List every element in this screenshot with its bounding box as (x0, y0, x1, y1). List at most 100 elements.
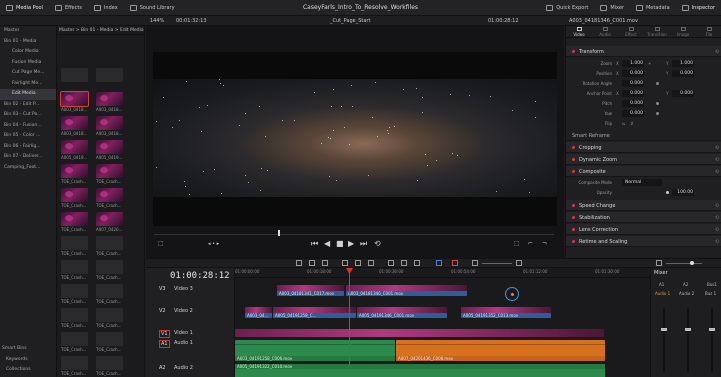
fullscreen-icon[interactable]: ⬚ (514, 240, 520, 248)
blade-tool-icon[interactable] (322, 260, 328, 266)
media-clip-thumbnail[interactable]: TOE_Crash... (96, 164, 123, 186)
volume-knob[interactable] (690, 261, 694, 265)
bin-master[interactable]: Master (0, 26, 56, 37)
media-clip-thumbnail[interactable]: TOE_Crash... (96, 284, 123, 306)
trim-tool-icon[interactable] (309, 260, 315, 266)
bin-item[interactable]: Bin 02 - Edit P... (0, 100, 56, 111)
zoom-y-field[interactable]: 1.000 (672, 60, 694, 67)
insert-clip-icon[interactable] (342, 260, 348, 266)
tab-effect[interactable]: Effect (618, 26, 644, 37)
bin-item[interactable]: Edit Media (0, 89, 56, 100)
playhead[interactable] (349, 268, 350, 377)
reset-icon[interactable]: ⟲ (715, 49, 719, 55)
bin-item[interactable]: Bin 05 - Color ... (0, 131, 56, 142)
bin-item[interactable]: Bin 01 - Media (0, 37, 56, 48)
loop-icon[interactable]: ⟲ (374, 240, 381, 248)
audio-clip[interactable]: A007_04201436_C008.mov (396, 340, 605, 361)
section-smart-reframe[interactable]: Smart Reframe (566, 130, 721, 141)
speaker-icon[interactable] (656, 260, 662, 266)
timeline-clip-v1[interactable] (235, 329, 604, 337)
fader-bus1[interactable] (711, 308, 713, 372)
enable-dot-icon[interactable] (572, 240, 575, 243)
media-clip-thumbnail[interactable]: TOE_Crash... (61, 332, 88, 354)
media-clip-thumbnail[interactable]: A007_0420... (96, 212, 123, 234)
timeline-zoom-slider[interactable] (482, 263, 512, 264)
reset-icon[interactable]: ⟲ (715, 157, 719, 163)
position-lock-icon[interactable] (414, 260, 420, 266)
fader-a2[interactable] (687, 308, 689, 372)
go-to-start-icon[interactable]: ⏮ (311, 240, 318, 248)
smart-bins-header[interactable]: Smart Bins (2, 344, 57, 355)
selection-tool-icon[interactable] (296, 260, 302, 266)
media-clip-thumbnail[interactable]: TOE_Crash... (61, 212, 88, 234)
anchor-y-field[interactable]: 0.000 (672, 90, 694, 97)
media-clip-thumbnail[interactable]: TOE_Crash... (96, 188, 123, 210)
bin-item[interactable]: Fairlight Me... (0, 79, 56, 90)
bin-item[interactable]: Bin 04 - Fusion... (0, 121, 56, 132)
enable-dot-icon[interactable] (572, 158, 575, 161)
sound-library-button[interactable]: Sound Library (124, 0, 181, 16)
section-stabilization[interactable]: Stabilization ⟲ (566, 212, 721, 223)
media-clip-thumbnail[interactable]: A003_0418... (60, 91, 89, 114)
media-clip-thumbnail[interactable]: A003_0418... (96, 116, 123, 138)
volume-slider[interactable] (666, 263, 702, 264)
fader-cap-a1[interactable] (661, 328, 667, 331)
snapping-icon[interactable] (388, 260, 394, 266)
media-clip-thumbnail[interactable]: TOE_Crash... (96, 308, 123, 330)
flip-vertical-icon[interactable]: ⇵ (630, 121, 633, 126)
media-clip-thumbnail[interactable]: A005_0419... (96, 140, 123, 162)
media-clip-thumbnail[interactable]: TOE_Crash... (96, 356, 123, 377)
reset-icon[interactable]: ⟲ (715, 239, 719, 245)
link-icon[interactable]: ⚭ (648, 61, 651, 66)
audio-clip[interactable]: A003_04191258_C006.mov (235, 340, 395, 361)
media-clip-thumbnail[interactable]: A003_0418... (61, 116, 88, 138)
section-composite[interactable]: Composite ⟲ (566, 166, 721, 177)
reset-icon[interactable]: ⟲ (715, 169, 719, 175)
section-transform[interactable]: Transform ⟲ (566, 46, 721, 57)
overwrite-clip-icon[interactable] (355, 260, 361, 266)
tab-file[interactable]: File (696, 26, 721, 37)
pitch-slider[interactable] (656, 102, 659, 105)
tab-image[interactable]: Image (670, 26, 696, 37)
section-speed-change[interactable]: Speed Change ⟲ (566, 200, 721, 211)
media-clip-thumbnail[interactable]: TOE_Crash... (96, 332, 123, 354)
timeline-clip[interactable]: A003_04... (245, 307, 272, 318)
position-x-field[interactable]: 0.000 (622, 70, 644, 77)
section-retime-scaling[interactable]: Retime and Scaling ⟲ (566, 236, 721, 247)
media-clip-thumbnail[interactable]: TOE_Crash... (61, 164, 88, 186)
media-clip-thumbnail[interactable] (96, 68, 123, 90)
timeline-name[interactable]: _Cut_Page_Start (330, 18, 370, 24)
play-icon[interactable]: ▶ (348, 240, 354, 248)
marker-icon[interactable] (452, 260, 458, 266)
stop-icon[interactable]: ■ (336, 240, 344, 248)
yaw-slider[interactable] (656, 112, 659, 115)
flag-icon[interactable] (436, 260, 442, 266)
bin-item[interactable]: Bin 06 - Fairlig... (0, 142, 56, 153)
media-clip-thumbnail[interactable] (61, 68, 88, 90)
play-reverse-icon[interactable]: ◀ (324, 240, 330, 248)
media-clip-thumbnail[interactable]: A005_0419... (61, 140, 88, 162)
enable-dot-icon[interactable] (572, 146, 575, 149)
timeline-clip[interactable]: A003_04181346_C001.mov (346, 285, 467, 296)
reset-icon[interactable]: ⟲ (715, 145, 719, 151)
zoom-x-field[interactable]: 1.000 (622, 60, 644, 67)
media-clip-thumbnail[interactable]: TOE_Crash... (61, 188, 88, 210)
mark-out-icon[interactable]: ¬ (542, 240, 547, 248)
timeline-ruler[interactable]: 01:00:00:00 01:00:18:00 01:00:36:00 01:00:5… (235, 268, 650, 278)
media-clip-thumbnail[interactable]: TOE_Crash... (61, 236, 88, 258)
metadata-button[interactable]: Metadata (630, 0, 676, 16)
inspector-button[interactable]: Inspector (676, 0, 721, 16)
timeline-clip[interactable]: A003_04181341_C017.mov (277, 285, 344, 296)
media-clip-thumbnail[interactable]: A003_0418... (96, 92, 123, 114)
zoom-out-icon[interactable] (472, 260, 478, 266)
tab-transition[interactable]: Transition (644, 26, 670, 37)
rotation-field[interactable]: 0.000 (622, 80, 644, 87)
bin-item[interactable]: Bin 03 - Cut Pa... (0, 110, 56, 121)
replace-clip-icon[interactable] (368, 260, 374, 266)
timeline-clip[interactable]: A005_04191352_C013.mov (461, 307, 551, 318)
flip-horizontal-icon[interactable]: ⇋ (622, 121, 625, 126)
bin-item[interactable]: Camping_Foot... (0, 163, 56, 174)
media-clip-thumbnail[interactable]: TOE_Crash... (96, 236, 123, 258)
enable-dot-icon[interactable] (572, 204, 575, 207)
timeline-clip[interactable]: A005_04191258_C... (273, 307, 356, 318)
